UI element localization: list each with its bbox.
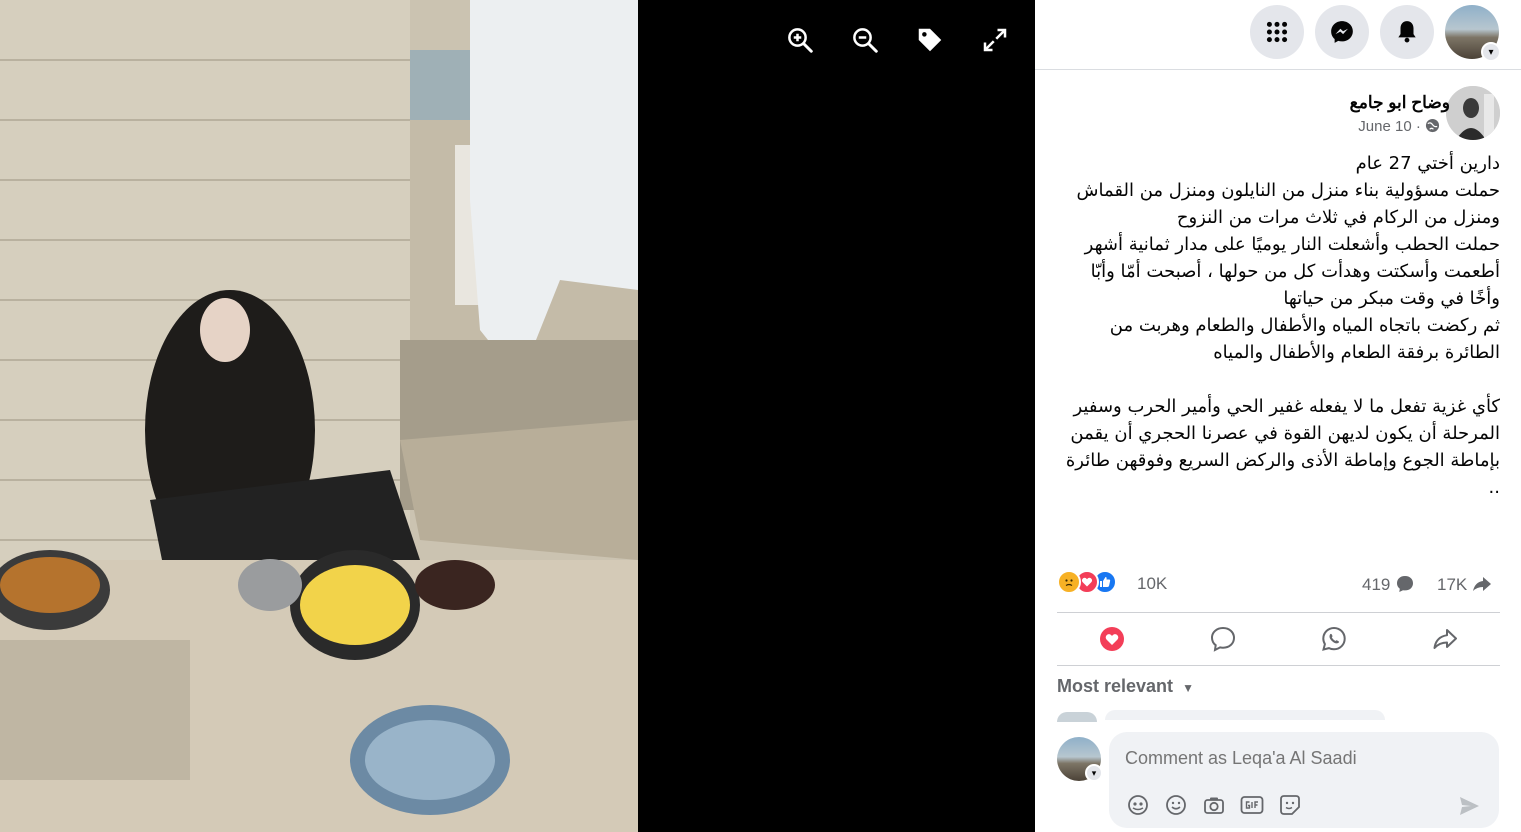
camera-button[interactable] — [1201, 792, 1227, 818]
tag-button[interactable] — [910, 20, 950, 60]
emoji-button[interactable] — [1163, 792, 1189, 818]
comment-icon — [1211, 626, 1236, 652]
zoom-out-icon — [853, 28, 878, 53]
share-arrow-icon — [1472, 577, 1491, 591]
love-icon — [1100, 627, 1125, 651]
sticker-button[interactable] — [1277, 792, 1303, 818]
author-photo — [1446, 86, 1500, 140]
bell-icon — [1398, 21, 1416, 43]
send-button[interactable] — [1457, 794, 1481, 823]
post-side-panel: ▾ وضاح ابو جامع June 10 · دارين أختي 27 … — [1035, 0, 1521, 832]
notifications-button[interactable] — [1380, 5, 1434, 59]
share-count[interactable]: 17K — [1437, 574, 1492, 595]
share-count-value[interactable]: 17K — [1437, 575, 1467, 594]
comment-button[interactable] — [1203, 619, 1243, 659]
send-icon — [1460, 797, 1479, 815]
comment-count-value[interactable]: 419 — [1362, 575, 1390, 594]
comment-sort[interactable]: Most relevant ▼ — [1057, 676, 1194, 697]
post-actions — [1057, 612, 1500, 666]
reaction-icons[interactable] — [1057, 570, 1117, 594]
whatsapp-button[interactable] — [1314, 619, 1354, 659]
post-header: وضاح ابو جامع June 10 · — [1057, 86, 1500, 146]
comment-bubble-icon — [1397, 576, 1414, 592]
post-date[interactable]: June 10 · — [1358, 118, 1440, 135]
chevron-down-icon[interactable]: ▾ — [1481, 42, 1501, 62]
fullscreen-button[interactable] — [975, 20, 1015, 60]
share-button[interactable] — [1425, 619, 1465, 659]
comment-count[interactable]: 419 — [1362, 574, 1415, 595]
comment-input[interactable] — [1125, 748, 1475, 769]
fullscreen-icon — [983, 28, 1007, 52]
comment-avatar-partial — [1057, 712, 1097, 722]
share-icon — [1433, 629, 1457, 649]
menu-button[interactable] — [1250, 5, 1304, 59]
photo-illustration — [0, 0, 638, 832]
gif-button[interactable] — [1239, 792, 1265, 818]
post-photo[interactable] — [0, 0, 638, 832]
zoom-out-button[interactable] — [845, 20, 885, 60]
author-avatar[interactable] — [1446, 86, 1500, 140]
post-date-text[interactable]: June 10 · — [1358, 118, 1425, 135]
avatar-sticker-icon — [1128, 795, 1148, 815]
messenger-icon — [1331, 21, 1353, 43]
photo-viewer — [0, 0, 1035, 832]
reactions-bar: 10K 419 17K — [1057, 570, 1500, 600]
gif-icon — [1240, 796, 1264, 814]
caret-down-icon: ▼ — [1182, 681, 1194, 695]
globe-icon — [1425, 118, 1440, 133]
camera-icon — [1204, 797, 1224, 814]
post-text: دارين أختي 27 عام حملت مسؤولية بناء منزل… — [1065, 153, 1500, 498]
zoom-in-icon — [788, 28, 813, 53]
comment-composer — [1109, 732, 1499, 828]
menu-grid-icon — [1266, 21, 1288, 43]
comment-bubble-partial — [1105, 710, 1385, 720]
whatsapp-icon — [1321, 626, 1346, 651]
chevron-down-icon[interactable]: ▾ — [1085, 764, 1103, 782]
zoom-in-button[interactable] — [780, 20, 820, 60]
top-navigation: ▾ — [1035, 0, 1521, 70]
emoji-icon — [1166, 795, 1186, 815]
sad-reaction-icon — [1057, 570, 1081, 594]
avatar-sticker-button[interactable] — [1125, 792, 1151, 818]
tag-icon — [918, 28, 942, 52]
comment-tools — [1125, 792, 1303, 818]
love-button[interactable] — [1092, 619, 1132, 659]
sticker-icon — [1280, 795, 1300, 815]
reaction-count[interactable]: 10K — [1137, 574, 1167, 594]
comment-sort-label[interactable]: Most relevant — [1057, 676, 1173, 696]
author-name[interactable]: وضاح ابو جامع — [1350, 93, 1450, 113]
messenger-button[interactable] — [1315, 5, 1369, 59]
